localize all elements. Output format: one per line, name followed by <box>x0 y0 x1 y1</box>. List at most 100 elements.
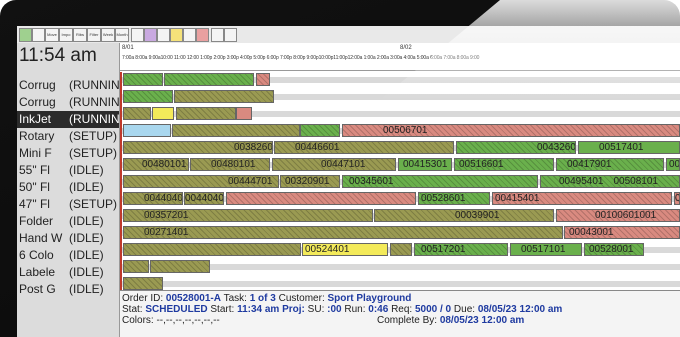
job-id: 00417901 <box>567 159 612 170</box>
job-block[interactable]: 00382601 <box>123 141 273 154</box>
toolbar-filter-button[interactable]: Filter <box>87 28 101 42</box>
job-block[interactable] <box>123 107 151 120</box>
machine-name: Rotary <box>19 129 55 143</box>
toolbar-ribs-button[interactable]: Ribs <box>73 28 87 42</box>
job-block[interactable] <box>226 192 416 205</box>
job-id: 00357201 <box>144 210 189 221</box>
job-id: 00271401 <box>144 227 189 238</box>
job-block[interactable]: 00506701 <box>342 124 680 137</box>
machine-row[interactable]: Corrug (RUNNING <box>17 77 119 94</box>
job-block[interactable] <box>164 73 254 86</box>
job-block[interactable] <box>150 260 210 273</box>
job-id: 00528001 <box>589 244 634 255</box>
machine-icon[interactable] <box>157 28 170 42</box>
machine-row[interactable]: Folder (IDLE) <box>17 213 119 230</box>
job-block[interactable]: 00440401 <box>184 192 224 205</box>
machine-name: 50" Fl <box>19 180 50 194</box>
task-label: Task: <box>223 293 247 304</box>
start-value: 11:34 am <box>237 304 280 315</box>
job-block[interactable]: 00516601 <box>454 158 554 171</box>
job-block[interactable] <box>300 124 340 137</box>
job-block[interactable] <box>236 107 252 120</box>
job-block[interactable]: 005 <box>666 158 680 171</box>
toolbar-month-button[interactable]: Month <box>115 28 129 42</box>
job-block[interactable]: 00415401 <box>492 192 672 205</box>
job-block[interactable]: 00043001 <box>564 226 680 239</box>
job-block[interactable] <box>174 90 274 103</box>
toolbar-week-button[interactable]: Week <box>101 28 115 42</box>
job-id: 00480101 <box>211 159 256 170</box>
job-id: 00528601 <box>421 193 466 204</box>
job-block[interactable]: 00440401 <box>123 192 183 205</box>
machine-status: (IDLE) <box>69 231 104 245</box>
job-block[interactable]: 00446601 <box>274 141 454 154</box>
machine-row[interactable]: Mini F (SETUP) <box>17 145 119 162</box>
machine-row[interactable]: 6 Colo (IDLE) <box>17 247 119 264</box>
machine-list: 11:54 am Corrug (RUNNING Corrug (RUNNING I… <box>17 43 120 337</box>
job-block[interactable]: 00271401 <box>123 226 563 239</box>
job-block[interactable]: 00524401 <box>302 243 388 256</box>
machine-row[interactable]: 50" Fl (IDLE) <box>17 179 119 196</box>
job-block[interactable]: 00039901 <box>374 209 554 222</box>
job-block[interactable]: 00417901 <box>556 158 664 171</box>
timeline-date: 8/02 <box>400 45 412 51</box>
folder-icon[interactable] <box>170 28 183 42</box>
job-block[interactable]: 00528601 <box>418 192 490 205</box>
alert-icon[interactable] <box>196 28 209 42</box>
tools-icon[interactable] <box>224 28 237 42</box>
machine-row[interactable]: 55" Fl (IDLE) <box>17 162 119 179</box>
job-block[interactable] <box>123 90 173 103</box>
job-block[interactable]: 00444701 <box>123 175 279 188</box>
job-block[interactable]: 00447101 <box>272 158 396 171</box>
job-block[interactable]: 00100601001 <box>556 209 680 222</box>
job-block[interactable] <box>123 243 301 256</box>
chart-icon[interactable] <box>19 28 32 42</box>
req-value: 5000 / 0 <box>414 304 452 315</box>
job-block[interactable] <box>152 107 174 120</box>
job-block[interactable] <box>123 73 163 86</box>
job-block[interactable] <box>172 124 300 137</box>
machine-row[interactable]: Post G (IDLE) <box>17 281 119 298</box>
job-id: 00517401 <box>599 142 644 153</box>
machine-row[interactable]: Corrug (RUNNING <box>17 94 119 111</box>
gantt-lane: 00524401 00517201 00517101 00528001 <box>120 241 680 258</box>
job-block[interactable]: 00345601 <box>342 175 538 188</box>
job-block[interactable] <box>123 277 163 290</box>
calendar-icon[interactable] <box>144 28 157 42</box>
search-icon[interactable] <box>32 28 45 42</box>
job-block[interactable] <box>176 107 236 120</box>
machine-row[interactable]: 47" Fl (SETUP) <box>17 196 119 213</box>
job-block[interactable]: 00480101 <box>123 158 189 171</box>
print-icon[interactable] <box>211 28 224 42</box>
job-block[interactable]: 0 <box>674 192 680 205</box>
machine-row[interactable]: Labele (IDLE) <box>17 264 119 281</box>
job-block[interactable] <box>123 124 171 137</box>
job-block[interactable]: 00495401 00508101 <box>540 175 680 188</box>
job-block[interactable]: 00480101 <box>190 158 270 171</box>
machine-status: (SETUP) <box>69 146 117 160</box>
machine-row-selected[interactable]: InkJet (RUNNING <box>17 111 119 128</box>
gantt-lane: 00357201 00039901 00100601001 <box>120 207 680 224</box>
job-block[interactable]: 00415301 <box>398 158 452 171</box>
job-block[interactable]: 00517401 <box>578 141 680 154</box>
job-block[interactable]: 00517101 <box>510 243 582 256</box>
job-block[interactable] <box>390 243 412 256</box>
machine-row[interactable]: Rotary (SETUP) <box>17 128 119 145</box>
job-block[interactable]: 00357201 <box>123 209 373 222</box>
grid-icon[interactable] <box>131 28 144 42</box>
job-block[interactable]: 00432601 <box>456 141 576 154</box>
run-value: 0:46 <box>368 304 389 315</box>
task-value: 1 of 3 <box>249 293 276 304</box>
machine-row[interactable]: Hand W (IDLE) <box>17 230 119 247</box>
toolbar-move-button[interactable]: Move <box>45 28 59 42</box>
job-block[interactable]: 00517201 <box>414 243 508 256</box>
settings-icon[interactable] <box>183 28 196 42</box>
job-id: 00039901 <box>455 210 500 221</box>
toolbar-import-button[interactable]: Impo <box>59 28 73 42</box>
proj-label: Proj: <box>282 304 305 315</box>
job-block[interactable]: 00320901 <box>280 175 340 188</box>
job-block[interactable] <box>256 73 270 86</box>
job-block[interactable] <box>123 260 149 273</box>
order-id-label: Order ID: <box>122 293 164 304</box>
job-block[interactable]: 00528001 <box>584 243 644 256</box>
